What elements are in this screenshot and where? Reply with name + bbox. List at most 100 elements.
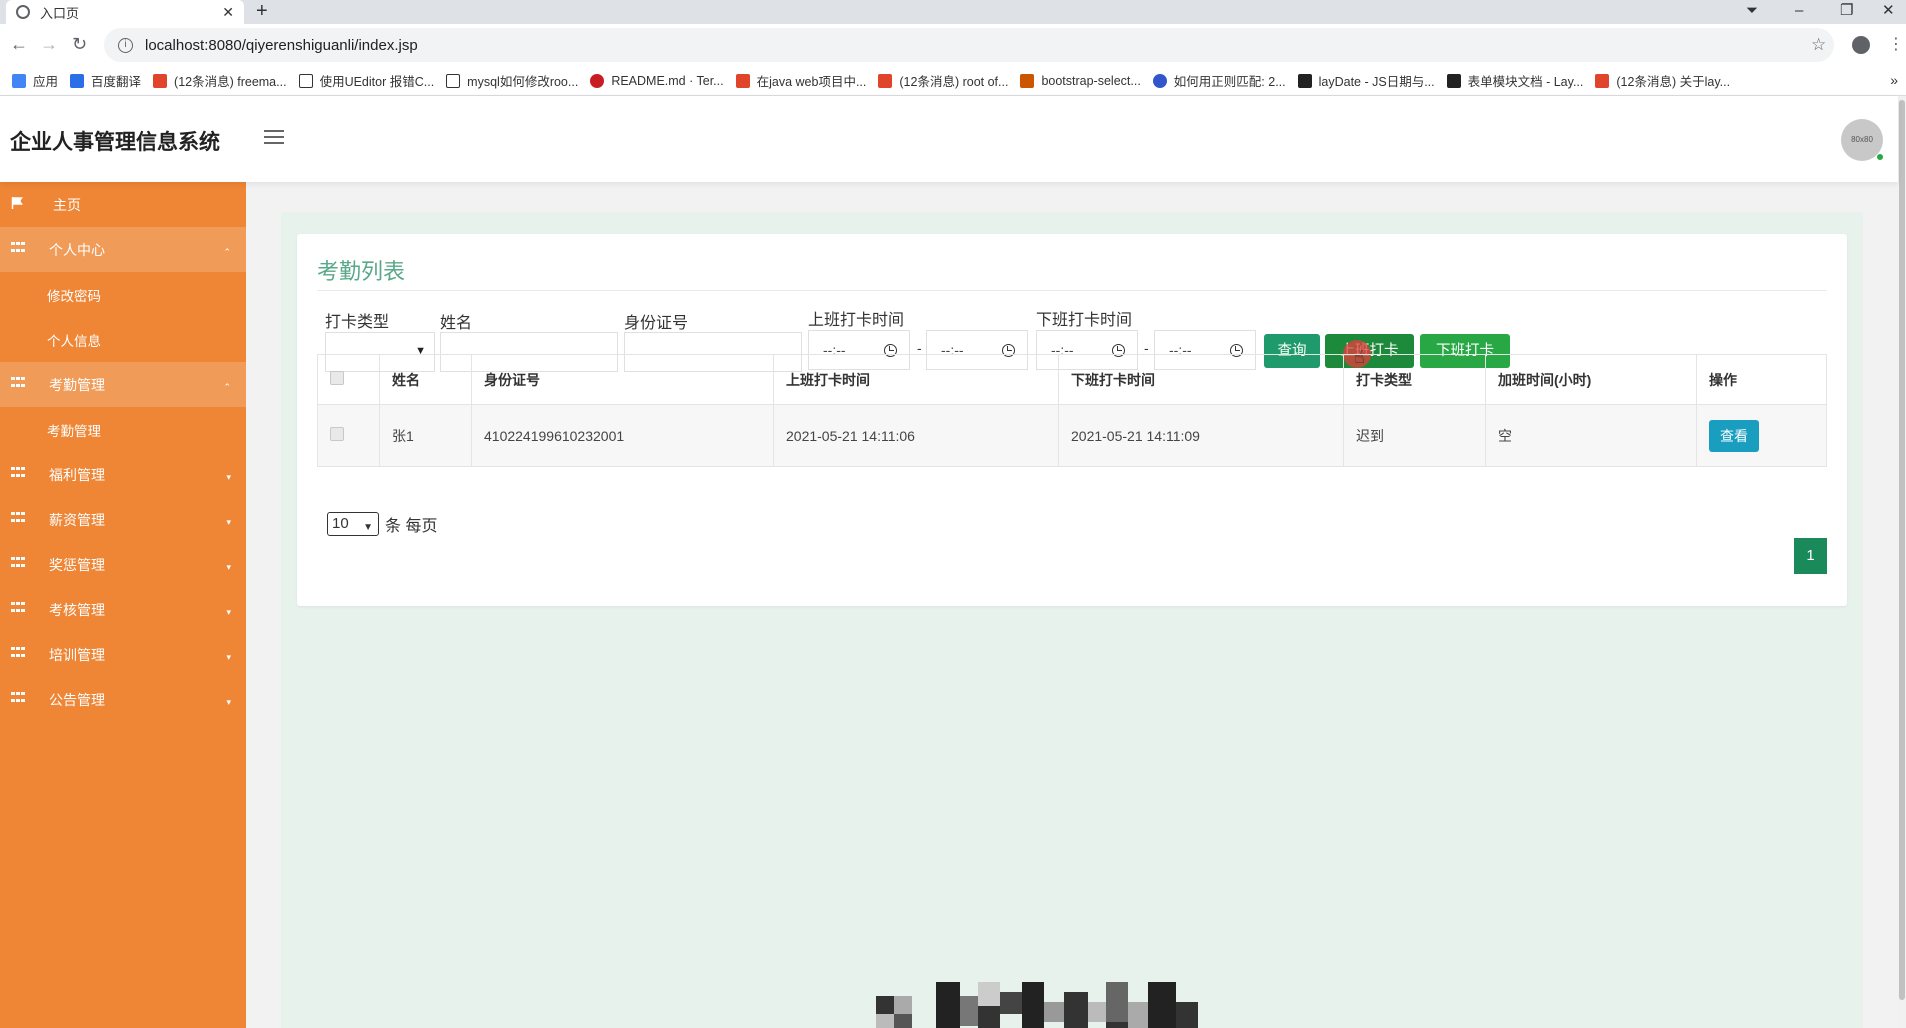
- bookmark-star-icon[interactable]: ☆: [1811, 35, 1826, 55]
- sidebar-item-label: 修改密码: [47, 288, 101, 304]
- forward-icon[interactable]: →: [40, 34, 58, 55]
- restore-icon[interactable]: ❐: [1840, 0, 1853, 24]
- page-size-value: 10: [332, 515, 349, 532]
- app-title: 企业人事管理信息系统: [10, 131, 220, 154]
- column-header: 上班打卡时间: [773, 354, 1059, 405]
- cell-id-number: 410224199610232001: [471, 404, 774, 467]
- bookmark-label: README.md · Ter...: [611, 73, 724, 88]
- bookmark-label: bootstrap-select...: [1041, 73, 1141, 88]
- tab-search-icon[interactable]: ⏷: [1746, 0, 1758, 24]
- chevron-down-icon: ▾: [226, 652, 231, 662]
- cell-name: 张1: [379, 404, 472, 467]
- bookmark-label: 在java web项目中...: [756, 75, 867, 89]
- browser-tab[interactable]: 入口页 ✕: [6, 0, 244, 24]
- sidebar-item-label: 福利管理: [49, 466, 105, 483]
- bookmark-item[interactable]: mysql如何修改roo...: [446, 71, 578, 90]
- bookmark-favicon: [446, 73, 461, 88]
- sidebar-item-label: 个人信息: [47, 333, 101, 349]
- row-checkbox[interactable]: [330, 427, 344, 441]
- cell-overtime: 空: [1485, 404, 1697, 467]
- flag-icon: [11, 197, 23, 209]
- chevron-down-icon: ▼: [363, 522, 373, 533]
- content-area: 考勤列表 打卡类型 ▼ 姓名 身份证号 上班打卡时间 --:-- - --:--…: [281, 212, 1863, 1028]
- sidebar-item-attendance-management[interactable]: 考勤管理: [0, 407, 246, 452]
- bookmark-item[interactable]: 表单模块文档 - Lay...: [1446, 71, 1583, 90]
- bookmarks-overflow-icon[interactable]: »: [1890, 72, 1898, 88]
- page-size-select[interactable]: 10 ▼: [327, 512, 379, 536]
- select-all-cell: [317, 354, 380, 405]
- bookmark-item[interactable]: README.md · Ter...: [590, 73, 724, 88]
- bookmark-item[interactable]: 使用UEditor 报错C...: [298, 71, 434, 90]
- bookmark-item[interactable]: layDate - JS日期与...: [1297, 71, 1435, 90]
- bookmark-item[interactable]: 百度翻译: [70, 71, 141, 90]
- reload-icon[interactable]: ↻: [72, 34, 87, 55]
- window-close-icon[interactable]: ✕: [1882, 0, 1895, 24]
- view-button[interactable]: 查看: [1709, 419, 1759, 452]
- sidebar-item-label: 考勤管理: [47, 423, 101, 439]
- grid-icon: [11, 467, 25, 479]
- sidebar-item-attendance[interactable]: 考勤管理 ⌃: [0, 362, 246, 407]
- bookmark-item[interactable]: 在java web项目中...: [735, 71, 867, 90]
- sidebar-item-salary[interactable]: 薪资管理 ▾: [0, 497, 246, 542]
- hamburger-menu-icon[interactable]: [264, 130, 284, 146]
- sidebar-item-assessment[interactable]: 考核管理 ▾: [0, 587, 246, 632]
- bookmark-item[interactable]: (12条消息) 关于lay...: [1595, 71, 1730, 90]
- cell-clock-in-time: 2021-05-21 14:11:06: [773, 404, 1059, 467]
- grid-icon: [11, 692, 25, 704]
- bookmark-label: 应用: [33, 75, 59, 89]
- sidebar-item-personal-info[interactable]: 个人信息: [0, 317, 246, 362]
- sidebar-item-announcements[interactable]: 公告管理 ▾: [0, 677, 246, 722]
- url-field[interactable]: i localhost:8080/qiyerenshiguanli/index.…: [104, 28, 1834, 62]
- bookmark-item[interactable]: 应用: [12, 71, 58, 90]
- back-icon[interactable]: ←: [10, 34, 28, 55]
- bookmark-item[interactable]: bootstrap-select...: [1020, 73, 1141, 88]
- bookmark-item[interactable]: 如何用正则匹配: 2...: [1152, 71, 1286, 90]
- bookmark-label: (12条消息) 关于lay...: [1616, 75, 1731, 89]
- page-number-1[interactable]: 1: [1794, 538, 1827, 574]
- page-title: 考勤列表: [317, 259, 406, 284]
- sidebar-item-change-password[interactable]: 修改密码: [0, 272, 246, 317]
- sidebar-item-label: 考勤管理: [49, 376, 105, 393]
- profile-icon[interactable]: [1852, 36, 1870, 54]
- sidebar: 主页 个人中心 ⌃ 修改密码 个人信息 考勤管理 ⌃ 考勤管理 福利管理 ▾ 薪…: [0, 182, 246, 1028]
- clock-in-time-label: 上班打卡时间: [808, 312, 905, 329]
- bookmark-favicon: [1297, 73, 1312, 88]
- online-status-dot: [1876, 153, 1884, 161]
- attendance-panel: 考勤列表 打卡类型 ▼ 姓名 身份证号 上班打卡时间 --:-- - --:--…: [297, 234, 1847, 606]
- sidebar-item-label: 个人中心: [49, 241, 105, 258]
- sidebar-item-label: 考核管理: [49, 601, 105, 618]
- sidebar-item-personal-center[interactable]: 个人中心 ⌃: [0, 227, 246, 272]
- new-tab-button[interactable]: +: [256, 0, 268, 24]
- bookmarks-bar: 应用 百度翻译 (12条消息) freema... 使用UEditor 报错C.…: [0, 66, 1906, 96]
- bookmark-favicon: [153, 73, 168, 88]
- chevron-down-icon: ▾: [226, 562, 231, 572]
- clock-out-time-label: 下班打卡时间: [1036, 312, 1133, 329]
- close-tab-icon[interactable]: ✕: [222, 4, 234, 21]
- info-icon[interactable]: i: [118, 37, 133, 53]
- address-bar: ← → ↻ i localhost:8080/qiyerenshiguanli/…: [0, 24, 1906, 66]
- sidebar-item-home[interactable]: 主页: [0, 182, 246, 227]
- bookmark-label: 百度翻译: [91, 75, 142, 89]
- sidebar-item-label: 主页: [53, 196, 81, 213]
- scrollbar-thumb[interactable]: [1899, 100, 1905, 1000]
- minimize-icon[interactable]: –: [1795, 0, 1803, 24]
- grid-icon: [11, 512, 25, 524]
- bookmark-item[interactable]: (12条消息) freema...: [153, 71, 287, 90]
- bookmark-favicon: [1020, 73, 1035, 88]
- menu-dots-icon[interactable]: ⋮: [1888, 34, 1904, 54]
- sidebar-item-welfare[interactable]: 福利管理 ▾: [0, 452, 246, 497]
- sidebar-item-rewards[interactable]: 奖惩管理 ▾: [0, 542, 246, 587]
- sidebar-item-training[interactable]: 培训管理 ▾: [0, 632, 246, 677]
- column-header: 操作: [1696, 354, 1827, 405]
- select-all-checkbox[interactable]: [330, 371, 344, 385]
- bookmark-label: 如何用正则匹配: 2...: [1173, 75, 1286, 89]
- bookmark-item[interactable]: (12条消息) root of...: [878, 71, 1008, 90]
- grid-icon: [11, 557, 25, 569]
- column-header: 身份证号: [471, 354, 774, 405]
- cell-clock-type: 迟到: [1343, 404, 1486, 467]
- bookmark-favicon: [735, 73, 750, 88]
- grid-icon: [11, 377, 25, 389]
- grid-icon: [11, 242, 25, 254]
- page-scrollbar[interactable]: [1898, 96, 1906, 1028]
- cell-actions: 查看: [1696, 404, 1827, 467]
